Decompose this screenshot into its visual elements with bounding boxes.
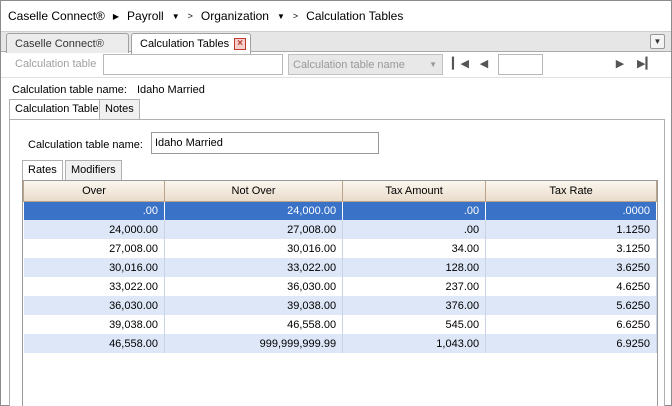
record-name-label: Calculation table name: [12,84,127,96]
cell-not-over[interactable]: 24,000.00 [164,201,344,220]
table-row[interactable]: 30,016.00 33,022.00 128.00 3.6250 [23,258,657,277]
record-name-value: Idaho Married [136,84,205,96]
cell-over[interactable]: 33,022.00 [23,277,165,296]
cell-tax-rate[interactable]: .0000 [485,201,657,220]
breadcrumb-organization[interactable]: Organization ▼ > [201,9,306,23]
cell-not-over[interactable]: 999,999,999.99 [164,334,344,353]
tab-calculation-tables[interactable]: Calculation Tables × [131,33,251,54]
cell-tax-amount[interactable]: 237.00 [342,277,487,296]
cell-tax-rate[interactable]: 3.6250 [485,258,657,277]
cell-tax-amount[interactable]: .00 [342,201,487,220]
cell-not-over[interactable]: 46,558.00 [164,315,344,334]
table-row[interactable]: 36,030.00 39,038.00 376.00 5.6250 [23,296,657,315]
document-tab-strip: Caselle Connect® Calculation Tables × ▼ [1,31,671,54]
rates-table: Over Not Over Tax Amount Tax Rate .00 24… [23,181,657,353]
cell-not-over[interactable]: 30,016.00 [164,239,344,258]
cell-tax-rate[interactable]: 3.1250 [485,239,657,258]
table-row[interactable]: 33,022.00 36,030.00 237.00 4.6250 [23,277,657,296]
record-position-input[interactable] [498,54,543,75]
previous-record-icon[interactable]: ◀ [477,57,491,70]
cell-not-over[interactable]: 27,008.00 [164,220,344,239]
tab-modifiers[interactable]: Modifiers [65,160,122,180]
column-header-over[interactable]: Over [23,181,165,202]
cell-tax-rate[interactable]: 6.9250 [485,334,657,353]
lookup-label: Calculation table [15,58,97,70]
cell-tax-amount[interactable]: 128.00 [342,258,487,277]
close-icon[interactable]: × [234,38,246,50]
cell-tax-rate[interactable]: 4.6250 [485,277,657,296]
chevron-down-icon: ▼ [429,60,437,69]
cell-over[interactable]: 24,000.00 [23,220,165,239]
breadcrumb: Caselle Connect® ▶ Payroll ▼ > Organizat… [1,1,671,31]
column-header-not-over[interactable]: Not Over [163,181,344,202]
cell-not-over[interactable]: 33,022.00 [164,258,344,277]
table-row[interactable]: 46,558.00 999,999,999.99 1,043.00 6.9250 [23,334,657,353]
record-summary: Calculation table name: Idaho Married [12,84,205,96]
cell-tax-rate[interactable]: 6.6250 [485,315,657,334]
cell-not-over[interactable]: 36,030.00 [164,277,344,296]
cell-not-over[interactable]: 39,038.00 [164,296,344,315]
cell-over[interactable]: 30,016.00 [23,258,165,277]
cell-tax-amount[interactable]: 1,043.00 [342,334,487,353]
breadcrumb-home[interactable]: Caselle Connect® ▶ [8,9,127,23]
table-row[interactable]: 27,008.00 30,016.00 34.00 3.1250 [23,239,657,258]
cell-tax-amount[interactable]: 376.00 [342,296,487,315]
first-record-icon[interactable]: ▎◀ [452,57,469,70]
table-row[interactable]: .00 24,000.00 .00 .0000 [23,201,657,220]
tab-menu-dropdown-icon[interactable]: ▼ [650,34,665,49]
column-header-tax-amount[interactable]: Tax Amount [342,181,487,202]
table-row[interactable]: 39,038.00 46,558.00 545.00 6.6250 [23,315,657,334]
breadcrumb-payroll[interactable]: Payroll ▼ > [127,9,201,23]
cell-over[interactable]: 46,558.00 [23,334,165,353]
app-window: Caselle Connect® ▶ Payroll ▼ > Organizat… [0,0,672,406]
tab-notes[interactable]: Notes [99,99,140,119]
cell-tax-rate[interactable]: 5.6250 [485,296,657,315]
calculation-table-name-label: Calculation table name: [28,139,143,151]
cell-tax-rate[interactable]: 1.1250 [485,220,657,239]
breadcrumb-calculation-tables[interactable]: Calculation Tables [306,9,403,23]
table-row[interactable]: 24,000.00 27,008.00 .00 1.1250 [23,220,657,239]
chevron-right-icon: > [292,11,299,21]
last-record-icon[interactable]: ▶▎ [637,57,654,70]
caret-down-icon[interactable]: ▼ [277,12,285,21]
tab-calculation-table[interactable]: Calculation Table [9,99,105,120]
calculation-table-name-select[interactable]: Calculation table name ▼ [288,54,443,75]
rates-grid[interactable]: Over Not Over Tax Amount Tax Rate .00 24… [22,180,658,406]
lookup-toolbar: Calculation table Calculation table name… [1,52,671,78]
lookup-input[interactable] [103,54,283,75]
cell-over[interactable]: 39,038.00 [23,315,165,334]
tab-rates[interactable]: Rates [22,160,63,181]
cell-over[interactable]: .00 [23,201,165,220]
chevron-right-icon: > [187,11,193,21]
calculation-table-panel: Calculation table name: Idaho Married Ra… [9,119,665,406]
next-record-icon[interactable]: ▶ [613,57,627,70]
table-header-row: Over Not Over Tax Amount Tax Rate [23,181,657,202]
cell-tax-amount[interactable]: .00 [342,220,487,239]
calculation-table-name-input[interactable]: Idaho Married [151,132,379,154]
cell-tax-amount[interactable]: 34.00 [342,239,487,258]
column-header-tax-rate[interactable]: Tax Rate [485,181,657,202]
cell-over[interactable]: 27,008.00 [23,239,165,258]
caret-down-icon[interactable]: ▼ [172,12,180,21]
tab-caselle-connect[interactable]: Caselle Connect® [6,33,129,53]
cell-tax-amount[interactable]: 545.00 [342,315,487,334]
cell-over[interactable]: 36,030.00 [23,296,165,315]
chevron-right-icon: ▶ [112,11,120,21]
